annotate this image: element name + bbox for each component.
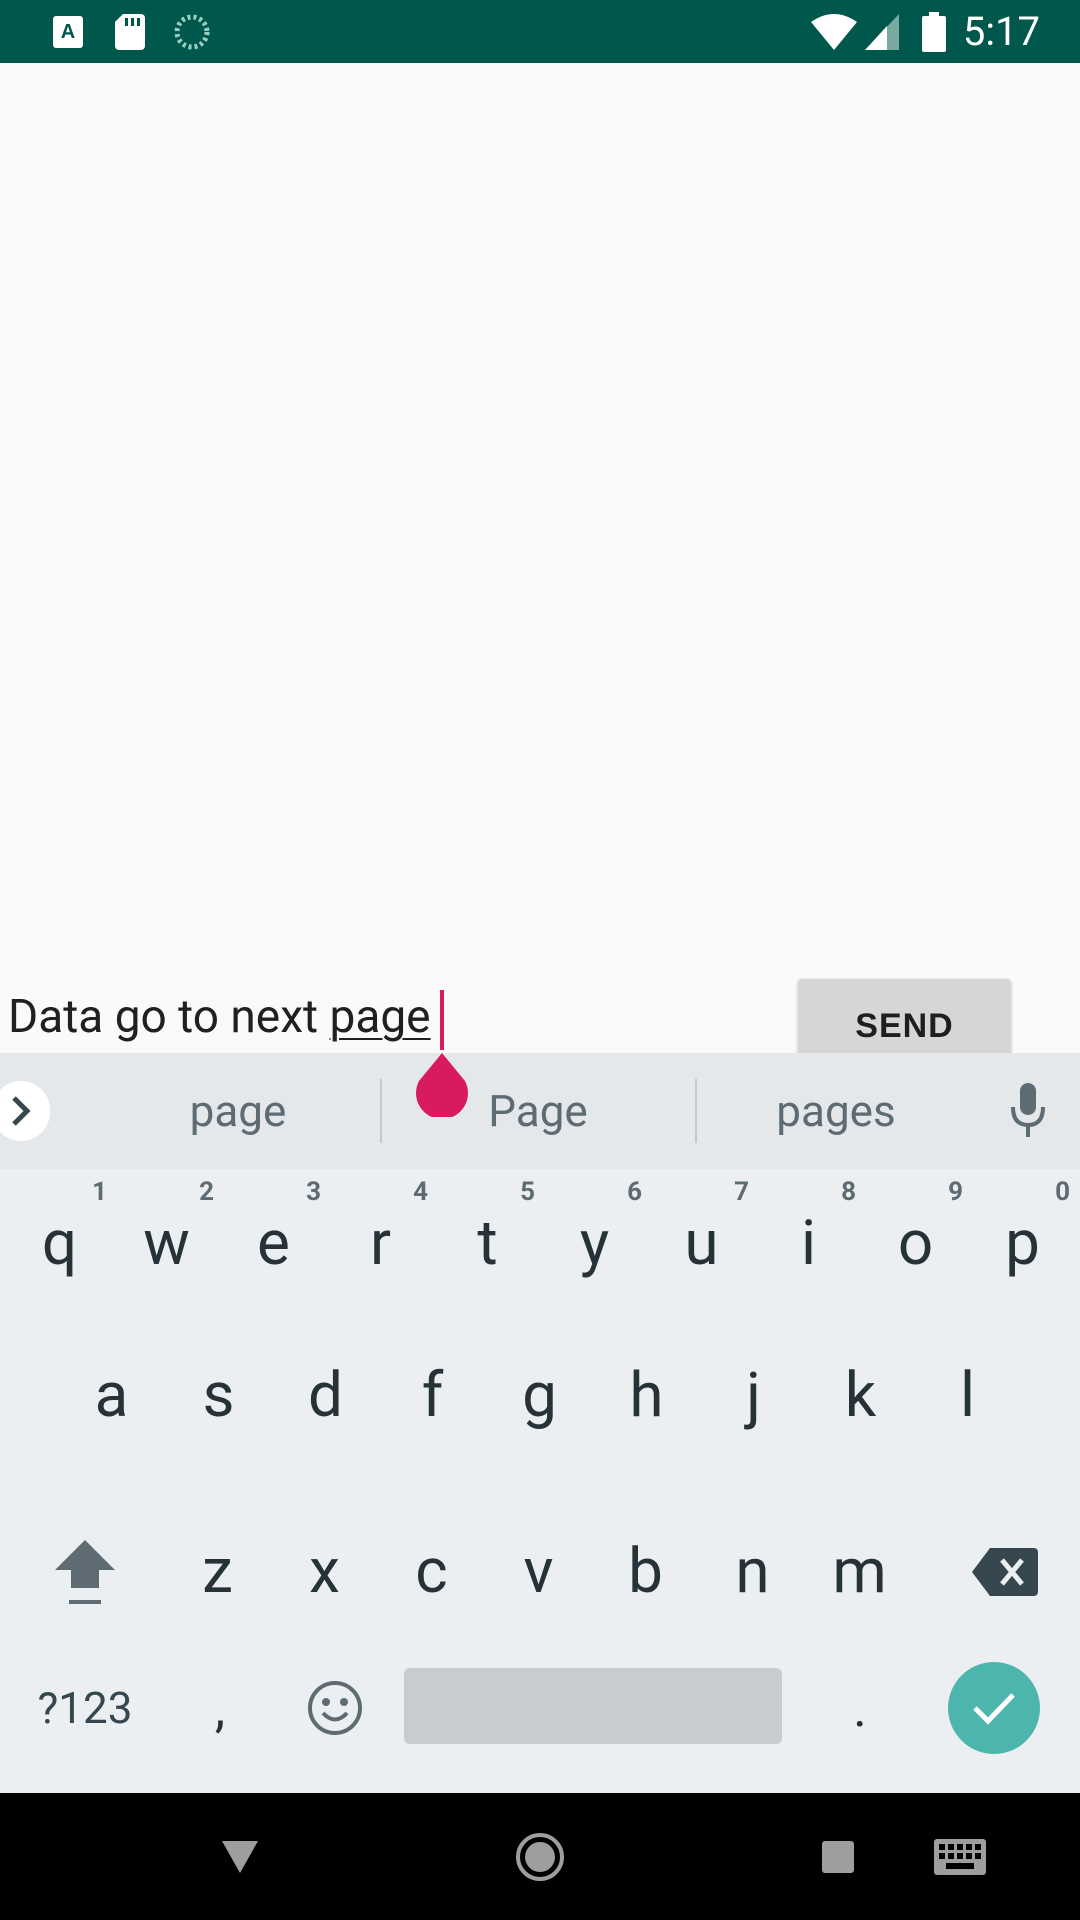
key-n[interactable]: n: [699, 1497, 806, 1647]
key-m[interactable]: m: [806, 1497, 913, 1647]
text-input-icon: A: [52, 0, 84, 63]
key-hint: 1: [92, 1177, 107, 1207]
key-label: u: [684, 1207, 719, 1280]
period-key[interactable]: .: [810, 1653, 910, 1763]
key-hint: 7: [734, 1177, 749, 1207]
suggestion-divider: [380, 1079, 382, 1143]
keyboard-icon: [934, 1838, 986, 1875]
checkmark-icon: [973, 1693, 1015, 1725]
status-bar: A 5:17: [0, 0, 1080, 63]
sync-spinner-icon: [174, 0, 210, 63]
status-clock: 5:17: [962, 8, 1040, 55]
back-button[interactable]: [200, 1793, 280, 1920]
key-x[interactable]: x: [271, 1497, 378, 1647]
key-label: e: [257, 1207, 290, 1280]
symbols-key[interactable]: ?123: [20, 1653, 150, 1763]
key-label: o: [897, 1207, 934, 1280]
space-bar[interactable]: [404, 1668, 782, 1744]
key-i[interactable]: i8: [755, 1169, 862, 1319]
key-c[interactable]: c: [378, 1497, 485, 1647]
key-hint: 5: [520, 1177, 535, 1207]
key-p[interactable]: p0: [969, 1169, 1076, 1319]
key-o[interactable]: o9: [862, 1169, 969, 1319]
key-d[interactable]: d: [272, 1321, 379, 1471]
key-y[interactable]: y6: [541, 1169, 648, 1319]
key-v[interactable]: v: [485, 1497, 592, 1647]
backspace-key[interactable]: [950, 1497, 1060, 1647]
message-input[interactable]: Data go to next page: [8, 990, 431, 1044]
suggestion-strip: page Page pages: [0, 1053, 1080, 1169]
key-k[interactable]: k: [807, 1321, 914, 1471]
home-button[interactable]: [500, 1793, 580, 1920]
back-triangle-icon: [222, 1840, 258, 1873]
key-w[interactable]: w2: [113, 1169, 220, 1319]
key-hint: 3: [306, 1177, 321, 1207]
key-label: q: [41, 1207, 78, 1280]
enter-key[interactable]: [948, 1662, 1040, 1754]
emoji-icon: [308, 1681, 362, 1735]
svg-text:A: A: [61, 21, 75, 43]
shift-icon: [55, 1540, 115, 1604]
key-z[interactable]: z: [164, 1497, 271, 1647]
key-j[interactable]: j: [700, 1321, 807, 1471]
recents-button[interactable]: [798, 1793, 878, 1920]
key-r[interactable]: r4: [327, 1169, 434, 1319]
composing-word: page: [329, 990, 431, 1044]
switch-keyboard-button[interactable]: [920, 1793, 1000, 1920]
shift-key[interactable]: [30, 1497, 140, 1647]
key-label: r: [369, 1207, 391, 1280]
text-selection-handle[interactable]: [415, 1053, 469, 1120]
key-s[interactable]: s: [165, 1321, 272, 1471]
key-hint: 4: [413, 1177, 428, 1207]
message-text: Data go to next: [8, 990, 330, 1044]
suggestion-1[interactable]: page: [98, 1053, 378, 1169]
expand-toolbar-button[interactable]: [0, 1081, 50, 1141]
sd-card-icon: [114, 0, 146, 63]
key-label: p: [1005, 1207, 1040, 1280]
key-hint: 0: [1055, 1177, 1070, 1207]
recents-square-icon: [822, 1840, 854, 1873]
key-label: w: [143, 1207, 190, 1280]
microphone-icon[interactable]: [1008, 1081, 1048, 1141]
key-h[interactable]: h: [593, 1321, 700, 1471]
key-label: i: [800, 1207, 817, 1280]
key-a[interactable]: a: [58, 1321, 165, 1471]
backspace-icon: [972, 1548, 1038, 1596]
key-label: y: [579, 1207, 610, 1280]
key-hint: 9: [948, 1177, 963, 1207]
signal-icon: [864, 0, 900, 63]
home-circle-icon: [516, 1832, 564, 1881]
key-f[interactable]: f: [379, 1321, 486, 1471]
navigation-bar: [0, 1793, 1080, 1920]
chevron-right-icon: [12, 1096, 31, 1126]
battery-icon: [920, 0, 948, 63]
key-b[interactable]: b: [592, 1497, 699, 1647]
key-hint: 8: [841, 1177, 856, 1207]
key-label: t: [477, 1207, 498, 1280]
key-l[interactable]: l: [914, 1321, 1021, 1471]
suggestion-3[interactable]: pages: [696, 1053, 976, 1169]
key-q[interactable]: q1: [6, 1169, 113, 1319]
key-g[interactable]: g: [486, 1321, 593, 1471]
key-t[interactable]: t5: [434, 1169, 541, 1319]
key-hint: 2: [199, 1177, 214, 1207]
key-e[interactable]: e3: [220, 1169, 327, 1319]
content-area: [0, 63, 1080, 1053]
wifi-icon: [810, 0, 858, 63]
key-hint: 6: [627, 1177, 642, 1207]
comma-key[interactable]: ,: [170, 1653, 270, 1763]
key-u[interactable]: u7: [648, 1169, 755, 1319]
soft-keyboard: page Page pages q1w2e3r4t5y6u7i8o9p0 asd…: [0, 1053, 1080, 1793]
emoji-key[interactable]: [280, 1653, 390, 1763]
text-cursor: [440, 990, 444, 1050]
